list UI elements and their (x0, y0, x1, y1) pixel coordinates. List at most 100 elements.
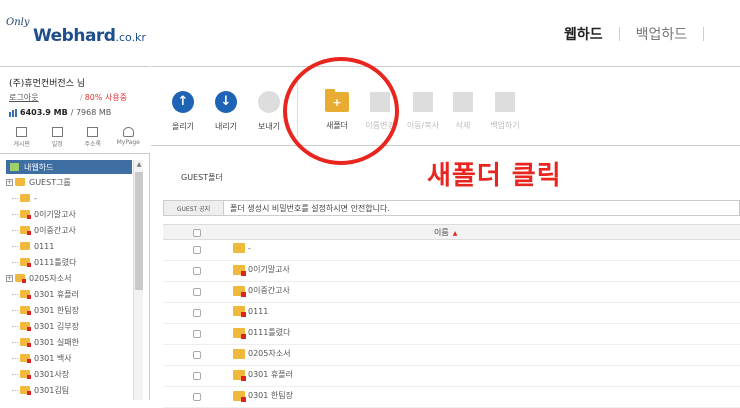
tree-item[interactable]: 0301 김부장 (12, 319, 79, 333)
row-checkbox[interactable] (193, 309, 201, 317)
tree-connector (12, 197, 18, 199)
tree-item-label: 0이기말고사 (34, 209, 76, 219)
top-nav: 웹하드 백업하드 (564, 24, 720, 44)
tree-item[interactable]: 0301김팀 (12, 383, 69, 397)
addressbook-icon (87, 127, 99, 137)
row-checkbox[interactable] (193, 246, 201, 254)
drive-icon (10, 163, 19, 171)
tree-item[interactable]: 0이기말고사 (12, 207, 76, 221)
tree-item[interactable]: 0111틀렸다 (12, 255, 76, 269)
tree-item-label: 0205자소서 (29, 273, 72, 283)
move-copy-button[interactable]: 이동/복사 (401, 91, 445, 131)
folder-icon (233, 264, 246, 276)
board-icon (16, 127, 28, 137)
file-row[interactable]: 0205자소서 (163, 345, 740, 366)
column-name-header[interactable]: 이름 ▲ (434, 227, 457, 238)
tree-item[interactable]: - (12, 191, 37, 205)
storage-usage: 6403.9 MB / 7968 MB (9, 108, 111, 117)
scroll-thumb[interactable] (135, 172, 143, 290)
tree-item-label: 0301 백사 (34, 353, 72, 363)
tree-item[interactable]: 0301 실패한 (12, 335, 79, 349)
logo-brand-text: Webhard.co.kr (33, 26, 146, 46)
file-name[interactable]: 0205자소서 (233, 348, 290, 359)
tree-item[interactable]: 0이중간고사 (12, 223, 76, 237)
tree-connector (12, 373, 18, 375)
download-button[interactable]: ↓ 내리기 (204, 91, 248, 132)
tree-scrollbar[interactable]: ▲ (133, 160, 143, 400)
shortcut-mypage[interactable]: MyPage (113, 124, 143, 154)
nav-webhard[interactable]: 웹하드 (564, 24, 603, 44)
tree-item[interactable]: 0301사장 (12, 367, 69, 381)
tree-item[interactable]: 0301 휴플러 (12, 287, 79, 301)
tree-item[interactable]: 0111 (12, 239, 54, 253)
file-row[interactable]: 0301 휴플러 (163, 366, 740, 387)
shortcut-label: 주소록 (84, 141, 102, 148)
file-row[interactable]: 0111틀렸다 (163, 324, 740, 345)
storage-bar-icon (9, 108, 17, 117)
shortcut-board[interactable]: 게시판 (7, 124, 37, 154)
tree-item[interactable]: + GUEST그룹 (6, 175, 71, 189)
row-checkbox[interactable] (193, 351, 201, 359)
tree-item-label: 0301김팀 (34, 385, 70, 395)
sort-asc-icon: ▲ (452, 230, 458, 237)
file-name[interactable]: - (233, 243, 251, 253)
calendar-icon (51, 127, 63, 137)
folder-icon (20, 370, 31, 379)
row-checkbox[interactable] (193, 330, 201, 338)
shortcut-calendar[interactable]: 일정 (42, 124, 72, 154)
usage-percent: /80% 사용중 (80, 93, 128, 102)
storage-total: / 7968 MB (70, 108, 112, 117)
file-name[interactable]: 0111틀렸다 (233, 327, 290, 339)
tree-item-label: - (34, 193, 37, 203)
expand-icon[interactable]: + (6, 274, 13, 282)
file-name-text: - (248, 243, 251, 253)
logo-tld: .co.kr (115, 31, 146, 44)
file-row[interactable]: 0301 한팀장 (163, 387, 740, 408)
file-row[interactable]: 0이중간고사 (163, 282, 740, 303)
select-all-checkbox[interactable] (193, 229, 201, 237)
nav-backuphard[interactable]: 백업하드 (636, 24, 688, 44)
tree-item-label: 0이중간고사 (34, 225, 76, 235)
drive-backup-icon (495, 92, 515, 112)
shortcut-label: MyPage (116, 139, 140, 146)
delete-button[interactable]: 삭제 (441, 91, 485, 131)
tree-connector (12, 245, 18, 247)
upload-arrow-icon: ↑ (172, 91, 194, 113)
folder-icon (20, 338, 31, 347)
backup-button[interactable]: 백업하기 (483, 91, 527, 131)
tree-item-label: 0301사장 (34, 369, 70, 379)
shortcut-addressbook[interactable]: 주소록 (78, 124, 108, 154)
folder-icon (233, 285, 246, 297)
file-name-text: 0301 휴플러 (248, 370, 293, 379)
tree-root-my-webhard[interactable]: 내웹하드 (6, 160, 132, 174)
folder-icon (233, 306, 246, 317)
file-row[interactable]: - (163, 240, 740, 261)
row-checkbox[interactable] (193, 372, 201, 380)
scroll-up-icon[interactable]: ▲ (134, 160, 144, 170)
download-label: 내리기 (214, 122, 238, 131)
top-header: Only Webhard.co.kr 웹하드 백업하드 (0, 0, 740, 66)
row-checkbox[interactable] (193, 267, 201, 275)
file-name[interactable]: 0이중간고사 (233, 285, 290, 297)
file-name-text: 0301 한팀장 (248, 391, 293, 400)
folder-icon (233, 348, 245, 359)
backup-label: 백업하기 (490, 121, 520, 130)
tree-item-label: GUEST그룹 (29, 177, 71, 187)
notice-label: GUEST 공지 (164, 201, 224, 215)
file-name[interactable]: 0111 (233, 306, 268, 317)
file-name-text: 0205자소서 (248, 349, 291, 358)
file-name[interactable]: 0301 한팀장 (233, 390, 293, 402)
file-row[interactable]: 0111 (163, 303, 740, 324)
tree-item[interactable]: +0205자소서 (6, 271, 71, 285)
expand-icon[interactable]: + (6, 178, 13, 186)
annotation-circle (283, 57, 399, 165)
tree-item[interactable]: 0301 한팀장 (12, 303, 79, 317)
file-name[interactable]: 0이기말고사 (233, 264, 290, 276)
file-row[interactable]: 0이기말고사 (163, 261, 740, 282)
file-name[interactable]: 0301 휴플러 (233, 369, 293, 381)
row-checkbox[interactable] (193, 288, 201, 296)
tree-item[interactable]: 0301 백사 (12, 351, 72, 365)
logout-link[interactable]: 로그아웃 (9, 92, 38, 103)
upload-button[interactable]: ↑ 올리기 (161, 91, 205, 132)
tree-item-label: 0111 (34, 241, 55, 251)
